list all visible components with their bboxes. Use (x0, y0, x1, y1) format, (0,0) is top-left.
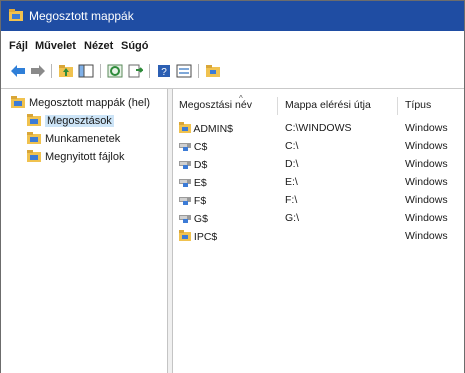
tree-root-label: Megosztott mappák (hel) (29, 97, 151, 109)
share-name-text: G$ (193, 212, 208, 225)
folder-path-cell: F:\ (285, 194, 298, 206)
toolbar-separator (100, 64, 101, 78)
table-row[interactable]: C$ C:\ Windows (173, 137, 464, 155)
toolbar-separator (51, 64, 52, 78)
share-name-cell: C$ (179, 140, 207, 154)
window-title: Megosztott mappák (29, 9, 134, 23)
menu-action[interactable]: Művelet (35, 40, 76, 52)
menu-file[interactable]: Fájl (9, 40, 28, 52)
type-cell: Windows (405, 140, 448, 152)
export-list-icon[interactable] (126, 62, 144, 80)
type-cell: Windows (405, 230, 448, 242)
console-tree: Megosztott mappák (hel) Megosztások Munk… (1, 89, 167, 373)
type-cell: Windows (405, 176, 448, 188)
table-row[interactable]: E$ E:\ Windows (173, 173, 464, 191)
table-row[interactable]: IPC$ Windows (173, 227, 464, 245)
refresh-icon[interactable] (106, 62, 124, 80)
tree-root[interactable]: Megosztott mappák (hel) (11, 95, 150, 111)
tree-item-label: Munkamenetek (45, 133, 121, 145)
svg-text:?: ? (161, 67, 167, 78)
toolbar-separator (149, 64, 150, 78)
column-header-folder-path[interactable]: Mappa elérési útja (285, 99, 371, 111)
share-name-text: ADMIN$ (193, 122, 234, 135)
menu-bar: Fájl Művelet Nézet Súgó (1, 37, 464, 57)
list-header: Megosztási név ^ Mappa elérési útja Típu… (173, 94, 464, 115)
shared-folders-app-icon (9, 9, 23, 21)
folder-path-cell: C:\WINDOWS (285, 122, 352, 134)
shared-drive-icon (179, 140, 191, 154)
shares-folder-icon (27, 113, 41, 129)
up-folder-icon[interactable] (57, 62, 75, 80)
sort-ascending-icon: ^ (239, 94, 243, 103)
tree-item-open-files[interactable]: Megnyitott fájlok (27, 149, 124, 165)
column-divider[interactable] (277, 97, 278, 115)
type-cell: Windows (405, 158, 448, 170)
share-name-cell: D$ (179, 158, 207, 172)
shared-drive-icon (179, 212, 191, 226)
type-cell: Windows (405, 194, 448, 206)
toolbar-separator (198, 64, 199, 78)
share-name-text: F$ (193, 194, 207, 207)
table-row[interactable]: D$ D:\ Windows (173, 155, 464, 173)
menu-view[interactable]: Nézet (84, 40, 113, 52)
tree-item-label: Megosztások (45, 115, 114, 127)
properties-icon[interactable] (175, 62, 193, 80)
shared-drive-icon (179, 194, 191, 208)
help-icon[interactable]: ? (155, 62, 173, 80)
share-name-text: C$ (193, 140, 208, 153)
type-cell: Windows (405, 122, 448, 134)
share-name-text: IPC$ (193, 230, 218, 243)
main-content: Megosztott mappák (hel) Megosztások Munk… (1, 88, 464, 373)
shared-drive-icon (179, 176, 191, 190)
shared-folder-icon (179, 230, 191, 244)
folder-path-cell: D:\ (285, 158, 299, 170)
table-row[interactable]: ADMIN$ C:\WINDOWS Windows (173, 119, 464, 137)
folder-path-cell: G:\ (285, 212, 300, 224)
shared-drive-icon (179, 158, 191, 172)
new-share-icon[interactable] (204, 62, 222, 80)
tree-item-sessions[interactable]: Munkamenetek (27, 131, 120, 147)
shared-folders-window: Megosztott mappák Fájl Művelet Nézet Súg… (0, 0, 465, 373)
type-cell: Windows (405, 212, 448, 224)
title-bar[interactable]: Megosztott mappák (1, 1, 464, 31)
back-arrow-icon[interactable] (9, 62, 27, 80)
toolbar: ? (1, 59, 464, 83)
tree-item-label: Megnyitott fájlok (45, 151, 125, 163)
menu-help[interactable]: Súgó (121, 40, 149, 52)
share-name-cell: F$ (179, 194, 206, 208)
tree-item-shares[interactable]: Megosztások (27, 113, 114, 129)
folder-path-cell: E:\ (285, 176, 298, 188)
sessions-folder-icon (27, 131, 41, 147)
share-name-cell: G$ (179, 212, 208, 226)
share-name-text: D$ (193, 158, 208, 171)
open-files-folder-icon (27, 149, 41, 165)
share-name-text: E$ (193, 176, 207, 189)
column-divider[interactable] (397, 97, 398, 115)
table-row[interactable]: G$ G:\ Windows (173, 209, 464, 227)
forward-arrow-icon[interactable] (29, 62, 47, 80)
share-name-cell: E$ (179, 176, 207, 190)
shared-folder-icon (179, 122, 191, 136)
show-hide-tree-icon[interactable] (77, 62, 95, 80)
share-name-cell: IPC$ (179, 230, 217, 244)
shared-folders-icon (11, 95, 25, 111)
share-name-cell: ADMIN$ (179, 122, 233, 136)
column-header-type[interactable]: Típus (405, 99, 431, 111)
column-header-share-name[interactable]: Megosztási név ^ (179, 94, 252, 111)
table-row[interactable]: F$ F:\ Windows (173, 191, 464, 209)
folder-path-cell: C:\ (285, 140, 299, 152)
shares-list: Megosztási név ^ Mappa elérési útja Típu… (173, 89, 464, 373)
